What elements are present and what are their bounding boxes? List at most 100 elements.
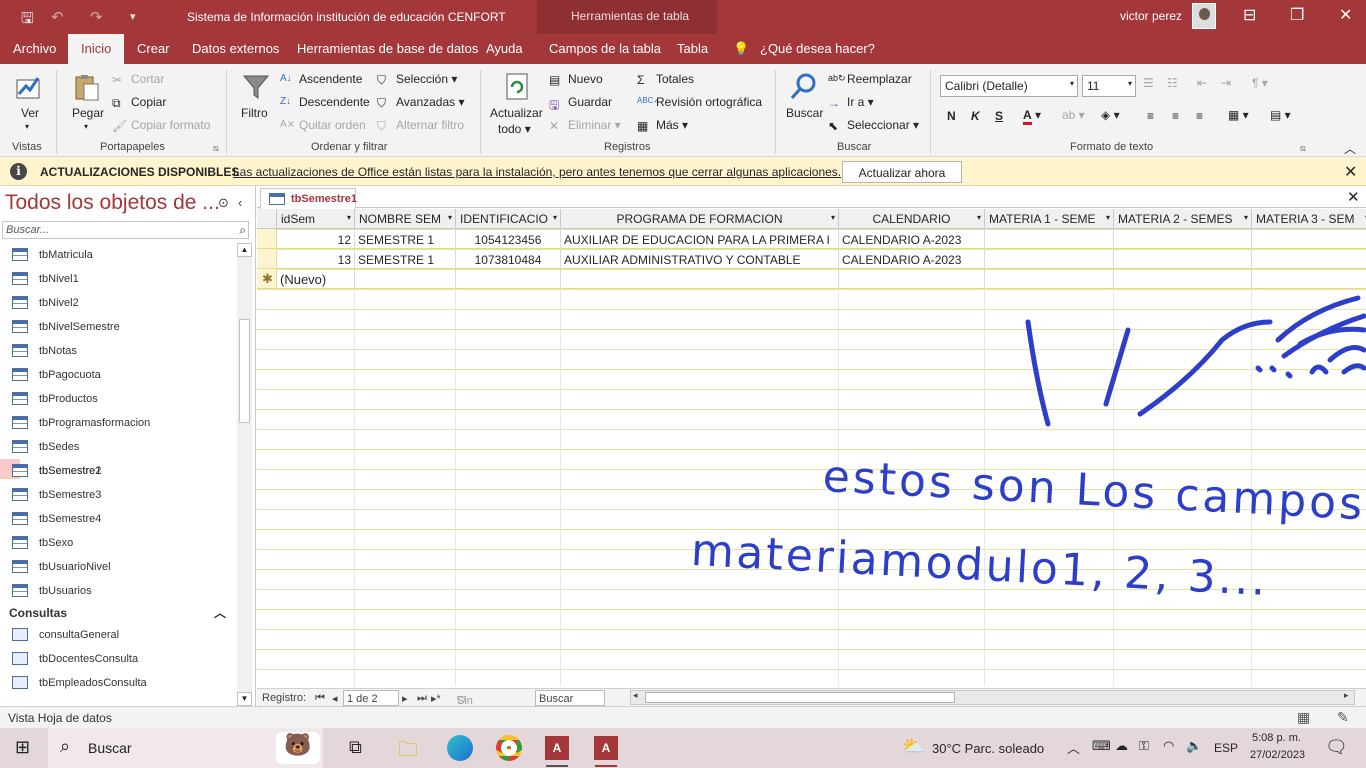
- table-cell[interactable]: AUXILIAR ADMINISTRATIVO Y CONTABLE: [561, 249, 839, 269]
- table-cell[interactable]: AUXILIAR DE EDUCACION PARA LA PRIMERA I: [561, 229, 839, 249]
- select-all-corner[interactable]: [257, 209, 277, 229]
- guardar-button[interactable]: 🖫 Guardar: [549, 95, 612, 112]
- last-record-icon[interactable]: ⏭: [417, 692, 427, 705]
- nav-collapse-icon[interactable]: ‹: [238, 195, 242, 210]
- collapse-group-icon[interactable]: ︿: [214, 604, 226, 621]
- column-dropdown-icon[interactable]: ▾: [831, 213, 835, 222]
- dialog-launcher-icon[interactable]: ⧅: [213, 143, 219, 154]
- gridlines-icon[interactable]: ▦ ▾: [1228, 108, 1249, 122]
- close-button[interactable]: ✕: [1339, 5, 1352, 25]
- align-right-icon[interactable]: ≡: [1196, 109, 1203, 123]
- scroll-up-icon[interactable]: ▲: [237, 243, 252, 257]
- bold-button[interactable]: N: [947, 109, 956, 123]
- edge-icon[interactable]: [447, 735, 473, 761]
- column-header[interactable]: NOMBRE SEM ▾: [355, 209, 456, 229]
- column-dropdown-icon[interactable]: ▾: [1244, 213, 1248, 222]
- update-now-button[interactable]: Actualizar ahora: [842, 161, 962, 183]
- scroll-down-icon[interactable]: ▼: [237, 692, 252, 706]
- nav-menu-icon[interactable]: ⊙: [218, 195, 229, 211]
- font-size-select[interactable]: 11 ▾: [1082, 75, 1136, 97]
- language-indicator[interactable]: ESP: [1214, 741, 1238, 755]
- table-cell[interactable]: SEMESTRE 1: [355, 229, 456, 249]
- table-cell[interactable]: [1252, 269, 1366, 289]
- search-icon[interactable]: ⌕: [239, 223, 246, 238]
- view-icon[interactable]: [14, 72, 44, 102]
- nav-query-item[interactable]: tbDocentesConsulta: [0, 647, 236, 671]
- notifications-icon[interactable]: 🗨: [1325, 737, 1348, 758]
- actualizar-todo-label[interactable]: todo ▾: [498, 122, 531, 136]
- reemplazar-button[interactable]: ab↻Reemplazar: [828, 72, 912, 87]
- scroll-thumb[interactable]: [645, 692, 955, 703]
- column-header[interactable]: MATERIA 2 - SEMES ▾: [1114, 209, 1252, 229]
- table-cell[interactable]: 1054123456: [456, 229, 561, 249]
- mas-button[interactable]: ▦ Más ▾: [637, 118, 688, 133]
- nav-table-item[interactable]: tbSemestre3: [0, 483, 236, 507]
- column-header[interactable]: PROGRAMA DE FORMACION ▾: [561, 209, 839, 229]
- table-cell[interactable]: SEMESTRE 1: [355, 249, 456, 269]
- nav-table-item[interactable]: tbMatricula: [0, 243, 236, 267]
- underline-button[interactable]: S: [995, 109, 1003, 123]
- filter-icon[interactable]: [241, 72, 271, 102]
- row-selector[interactable]: [257, 229, 277, 249]
- close-icon[interactable]: ✕: [1344, 162, 1357, 182]
- nuevo-button[interactable]: ▤ Nuevo: [549, 72, 603, 87]
- table-cell[interactable]: [985, 229, 1114, 249]
- eliminar-button[interactable]: ✕ Eliminar ▾: [549, 118, 621, 133]
- nav-table-item[interactable]: tbPagocuota: [0, 363, 236, 387]
- record-search-input[interactable]: Buscar: [535, 690, 605, 706]
- restore-button[interactable]: ❐: [1290, 5, 1304, 25]
- nav-query-item[interactable]: tbEmpleadosConsulta: [0, 671, 236, 695]
- nav-search-input[interactable]: Buscar... ⌕: [2, 221, 249, 239]
- design-view-icon[interactable]: ✎: [1337, 709, 1349, 726]
- weather-icon[interactable]: ⛅: [902, 736, 924, 757]
- column-header[interactable]: MATERIA 1 - SEME ▾: [985, 209, 1114, 229]
- column-dropdown-icon[interactable]: ▾: [553, 213, 557, 222]
- highlight-icon[interactable]: ab ▾: [1062, 108, 1085, 122]
- scroll-right-icon[interactable]: ▸: [1344, 690, 1349, 701]
- nav-table-item[interactable]: tbProgramasformacion: [0, 411, 236, 435]
- align-left-icon[interactable]: ≡: [1147, 109, 1154, 123]
- nav-table-item[interactable]: tbSemestre4: [0, 507, 236, 531]
- datasheet-view-icon[interactable]: ▦: [1297, 709, 1310, 726]
- user-name[interactable]: victor perez: [1120, 9, 1182, 23]
- nav-table-item[interactable]: tbSemestre2: [0, 459, 236, 483]
- tab-tbsemestre1[interactable]: tbSemestre1: [260, 188, 357, 209]
- ribbon-display-options-icon[interactable]: ⊟: [1243, 5, 1256, 25]
- column-header[interactable]: CALENDARIO ▾: [839, 209, 985, 229]
- avanzadas-button[interactable]: ⛉ Avanzadas ▾: [377, 95, 465, 110]
- prev-record-icon[interactable]: ◂: [332, 692, 338, 705]
- column-dropdown-icon[interactable]: ▾: [347, 213, 351, 222]
- table-cell[interactable]: [1114, 249, 1252, 269]
- filtro-button[interactable]: Filtro: [241, 106, 268, 120]
- nav-table-item[interactable]: tbSedes: [0, 435, 236, 459]
- row-selector[interactable]: ✱: [257, 269, 277, 289]
- save-icon[interactable]: 🖫: [21, 8, 34, 33]
- access-icon[interactable]: A: [594, 736, 618, 760]
- nav-table-item[interactable]: tbNivel1: [0, 267, 236, 291]
- bullets-icon[interactable]: ☰: [1143, 76, 1154, 90]
- ascendente-button[interactable]: A↓ Ascendente: [280, 72, 362, 87]
- nav-query-item[interactable]: consultaGeneral: [0, 623, 236, 647]
- volume-icon[interactable]: 🔈: [1186, 738, 1202, 754]
- column-header[interactable]: MATERIA 3 - SEM▾: [1252, 209, 1366, 229]
- chevron-down-icon[interactable]: ▾: [84, 122, 88, 131]
- notification-message[interactable]: Las actualizaciones de Office están list…: [233, 165, 841, 179]
- avatar[interactable]: [1192, 3, 1216, 29]
- weather-text[interactable]: 30°C Parc. soleado: [932, 741, 1044, 756]
- totales-button[interactable]: Σ Totales: [637, 72, 694, 87]
- nav-scrollbar[interactable]: ▲ ▼: [237, 243, 252, 706]
- quitar-orden-button[interactable]: A⨯ Quitar orden: [280, 118, 366, 133]
- search-icon[interactable]: [789, 72, 819, 102]
- column-header[interactable]: IDENTIFICACIO ▾: [456, 209, 561, 229]
- nav-group-consultas[interactable]: Consultas ︿: [0, 603, 236, 623]
- table-cell[interactable]: [561, 269, 839, 289]
- new-record-nav-icon[interactable]: ▸*: [431, 692, 441, 705]
- tab-tabla[interactable]: Tabla: [677, 41, 708, 56]
- table-cell[interactable]: CALENDARIO A-2023: [839, 229, 985, 249]
- table-cell[interactable]: [1252, 249, 1366, 269]
- usb-icon[interactable]: ⌨: [1092, 738, 1111, 754]
- tab-ayuda[interactable]: Ayuda: [486, 41, 523, 56]
- datasheet-grid[interactable]: idSem ▾ NOMBRE SEM ▾ IDENTIFICACIO ▾ PROGRAMA …: [257, 209, 1366, 686]
- table-cell[interactable]: [1252, 229, 1366, 249]
- ver-button[interactable]: Ver: [21, 106, 39, 120]
